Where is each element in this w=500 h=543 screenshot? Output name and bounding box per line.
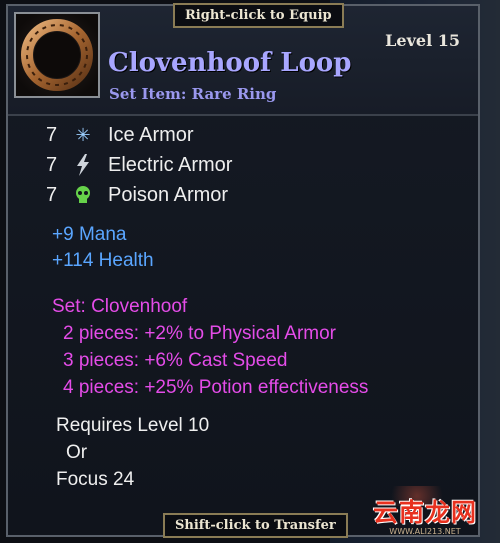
set-title: Set: Clovenhoof: [52, 296, 188, 317]
set-bonus-line: 2 pieces: +2% to Physical Armor: [63, 323, 336, 344]
lightning-icon: [70, 154, 96, 176]
ring-icon: [14, 12, 100, 98]
item-name: Clovenhoof Loop: [108, 48, 352, 78]
armor-row-electric: 7 Electric Armor: [46, 150, 470, 180]
armor-label: Electric Armor: [108, 153, 233, 176]
watermark-text: 云南龙网: [372, 497, 477, 527]
set-bonus-line: 3 pieces: +6% Cast Speed: [63, 350, 288, 371]
transfer-hint: Shift-click to Transfer: [163, 513, 348, 538]
tooltip-body: 7 ✳ Ice Armor 7 Electric Armor 7 Poison …: [46, 120, 470, 496]
poison-skull-icon: [70, 184, 96, 206]
armor-row-ice: 7 ✳ Ice Armor: [46, 120, 470, 150]
watermark-url: WWW.ALI213.NET: [389, 526, 461, 536]
requirement-line: Or: [66, 442, 88, 463]
item-tooltip: Level 15 Clovenhoof Loop Set Item: Rare …: [6, 4, 480, 537]
requirement-line: Requires Level 10: [56, 415, 210, 436]
armor-value: 7: [46, 153, 58, 176]
armor-label: Poison Armor: [108, 183, 229, 206]
item-type: Set Item: Rare Ring: [109, 85, 277, 103]
stat-mana: +9 Mana: [52, 224, 127, 245]
armor-row-poison: 7 Poison Armor: [46, 180, 470, 210]
equip-hint: Right-click to Equip: [173, 3, 344, 28]
snowflake-icon: ✳: [75, 124, 91, 145]
site-watermark: 云南龙网 WWW.ALI213.NET: [352, 487, 498, 541]
armor-value: 7: [46, 123, 58, 146]
item-level: Level 15: [385, 31, 460, 50]
stat-health: +114 Health: [52, 250, 154, 271]
set-bonus-line: 4 pieces: +25% Potion effectiveness: [63, 377, 369, 398]
armor-value: 7: [46, 183, 58, 206]
armor-label: Ice Armor: [108, 123, 194, 146]
